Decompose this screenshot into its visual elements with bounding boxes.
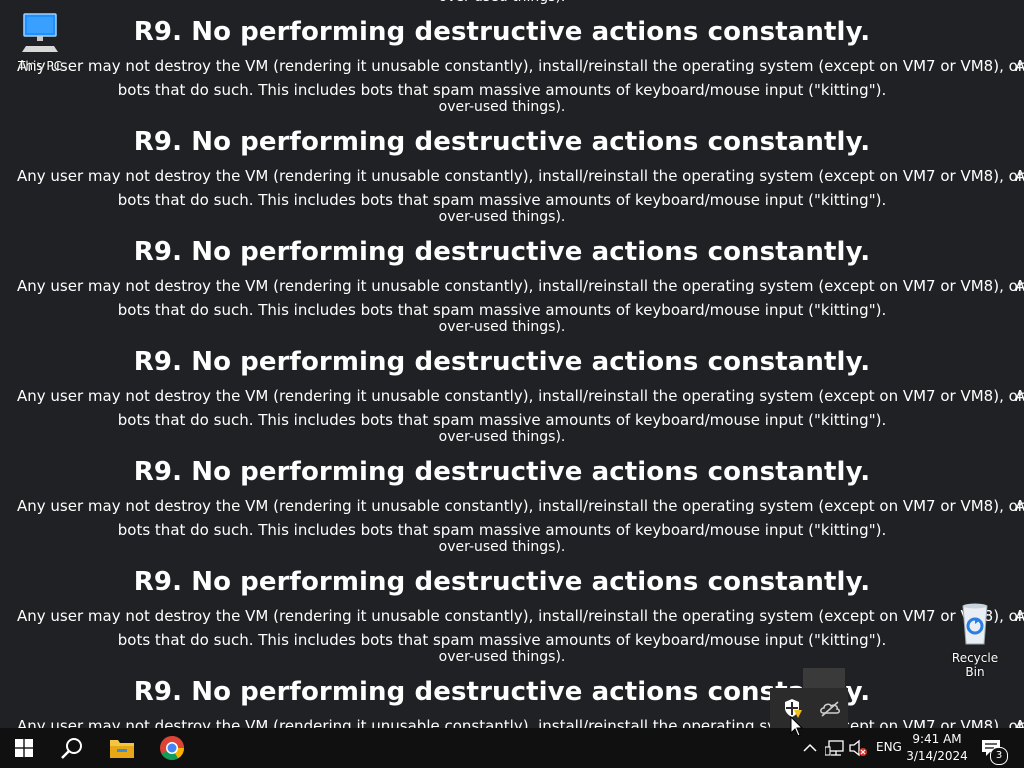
rule-tail-text: over-used things). (438, 429, 566, 445)
rule-line-1-overflow: A (1015, 497, 1024, 515)
chrome-button[interactable] (148, 728, 196, 768)
rule-line-2: bots that do such. This includes bots th… (117, 631, 887, 649)
rule-line-1-overflow: A (1015, 167, 1024, 185)
rule-line-1-overflow: A (1015, 717, 1024, 728)
rule-title: R9. No performing destructive actions co… (133, 677, 871, 707)
mouse-cursor (790, 715, 804, 742)
rule-line-2: bots that do such. This includes bots th… (117, 191, 887, 209)
recycle-bin-icon (962, 603, 988, 645)
rule-block: over-used things). R9. No performing des… (0, 649, 1024, 728)
rule-line-1: Any user may not destroy the VM (renderi… (17, 277, 1024, 295)
this-pc-shortcut[interactable]: This PC (12, 10, 68, 73)
rule-title: R9. No performing destructive actions co… (133, 17, 871, 47)
rule-title: R9. No performing destructive actions co… (133, 127, 871, 157)
notification-count-badge: 3 (990, 747, 1008, 765)
rule-title: R9. No performing destructive actions co… (133, 347, 871, 377)
rule-block: over-used things). R9. No performing des… (0, 209, 1024, 330)
rule-line-1: Any user may not destroy the VM (renderi… (17, 57, 1024, 75)
rule-block: over-used things). R9. No performing des… (0, 99, 1024, 220)
rule-line-1: Any user may not destroy the VM (renderi… (17, 607, 1024, 625)
monitor-icon (22, 13, 58, 52)
rule-tail-text: over-used things). (0, 0, 1004, 5)
rule-line-1: Any user may not destroy the VM (renderi… (17, 167, 1024, 185)
rule-tail-text: over-used things). (438, 209, 566, 225)
volume-muted-icon (849, 739, 867, 757)
rule-line-2: bots that do such. This includes bots th… (117, 411, 887, 429)
search-icon (61, 738, 82, 759)
clock-date: 3/14/2024 (906, 749, 968, 763)
action-center-button[interactable]: 3 (980, 738, 1008, 765)
rule-tail-text: over-used things). (438, 649, 566, 665)
rule-line-2: bots that do such. This includes bots th… (117, 81, 887, 99)
rule-block: over-used things). R9. No performing des… (0, 0, 1024, 110)
rule-line-1: Any user may not destroy the VM (renderi… (17, 497, 1024, 515)
rule-block: over-used things). R9. No performing des… (0, 539, 1024, 660)
rule-block: over-used things). R9. No performing des… (0, 319, 1024, 440)
rule-line-1-overflow: A (1015, 57, 1024, 75)
this-pc-label: This PC (18, 59, 62, 73)
rule-block: over-used things). R9. No performing des… (0, 429, 1024, 550)
windows-logo-icon (15, 739, 33, 757)
hidden-icons-popup (770, 688, 848, 728)
rule-line-2: bots that do such. This includes bots th… (117, 521, 887, 539)
rule-title: R9. No performing destructive actions co… (133, 567, 871, 597)
show-hidden-icons-button[interactable] (802, 740, 818, 760)
rule-title: R9. No performing destructive actions co… (133, 457, 871, 487)
onedrive-offline-icon[interactable] (818, 696, 842, 720)
rule-tail-text: over-used things). (438, 539, 566, 555)
rule-line-1: Any user may not destroy the VM (renderi… (17, 387, 1024, 405)
rule-line-1-overflow: A (1015, 277, 1024, 295)
start-button[interactable] (0, 728, 48, 768)
search-button[interactable] (48, 728, 96, 768)
file-explorer-button[interactable] (98, 728, 146, 768)
chrome-icon (160, 736, 184, 761)
file-explorer-icon (110, 740, 134, 758)
arrow-cursor-icon (790, 715, 804, 737)
rule-line-1-overflow: A (1015, 607, 1024, 625)
chevron-up-icon (803, 743, 817, 752)
clock[interactable]: 9:41 AM 3/14/2024 (902, 731, 972, 765)
rule-line-2: bots that do such. This includes bots th… (117, 301, 887, 319)
volume-button[interactable] (848, 739, 868, 761)
rule-title: R9. No performing destructive actions co… (133, 237, 871, 267)
rule-line-1: Any user may not destroy the VM (renderi… (17, 717, 1024, 728)
clock-time: 9:41 AM (912, 732, 962, 746)
network-icon (824, 740, 844, 756)
language-indicator[interactable]: ENG (876, 740, 902, 754)
rule-tail-text: over-used things). (438, 319, 566, 335)
network-button[interactable] (824, 739, 845, 761)
recycle-bin-label: Recycle Bin (951, 651, 999, 679)
taskbar: ENG 9:41 AM 3/14/2024 3 (0, 728, 1024, 768)
rule-line-1-overflow: A (1015, 387, 1024, 405)
tray-tooltip (803, 668, 845, 688)
desktop-wallpaper: over-used things). R9. No performing des… (0, 0, 1024, 728)
recycle-bin-shortcut[interactable]: Recycle Bin (942, 602, 1008, 679)
rule-tail-text: over-used things). (438, 99, 566, 115)
